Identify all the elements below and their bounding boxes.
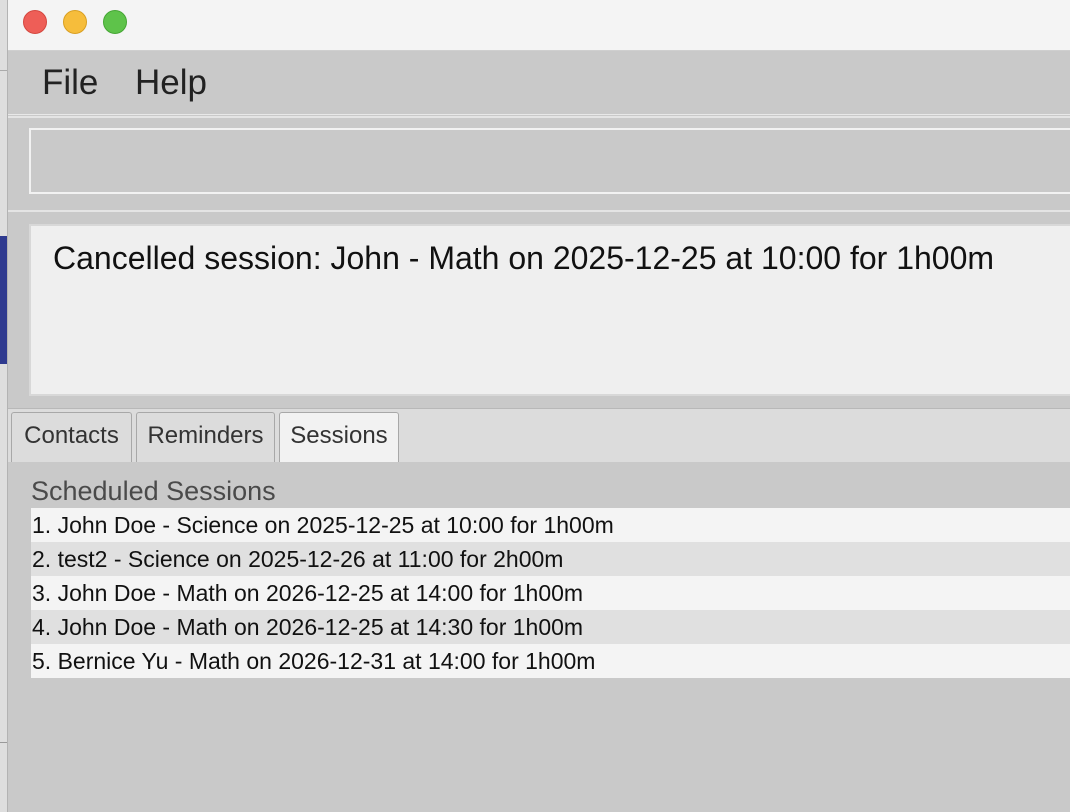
- background-window-edge: [0, 0, 7, 812]
- background-divider: [0, 742, 7, 743]
- menu-file[interactable]: File: [42, 63, 98, 103]
- session-list-item[interactable]: 4. John Doe - Math on 2026-12-25 at 14:3…: [31, 610, 1070, 644]
- session-list-item[interactable]: 5. Bernice Yu - Math on 2026-12-31 at 14…: [31, 644, 1070, 678]
- result-message: Cancelled session: John - Math on 2025-1…: [53, 240, 995, 276]
- sessions-heading: Scheduled Sessions: [31, 476, 276, 506]
- command-box-area: [8, 116, 1070, 210]
- menu-bar: File Help: [8, 51, 1070, 115]
- close-window-button[interactable]: [23, 10, 47, 34]
- session-list-item[interactable]: 1. John Doe - Science on 2025-12-25 at 1…: [31, 508, 1070, 542]
- app-window: File Help Cancelled session: John - Math…: [7, 0, 1070, 812]
- screen: File Help Cancelled session: John - Math…: [0, 0, 1070, 812]
- command-input[interactable]: [29, 128, 1070, 194]
- minimize-window-button[interactable]: [63, 10, 87, 34]
- background-accent-bar: [0, 236, 7, 364]
- background-divider: [0, 70, 7, 71]
- session-list-item[interactable]: 3. John Doe - Math on 2026-12-25 at 14:0…: [31, 576, 1070, 610]
- session-list-item[interactable]: 2. test2 - Science on 2025-12-26 at 11:0…: [31, 542, 1070, 576]
- title-bar[interactable]: [8, 0, 1070, 51]
- result-display-area: Cancelled session: John - Math on 2025-1…: [8, 210, 1070, 410]
- tab-contacts[interactable]: Contacts: [11, 412, 132, 462]
- sessions-list: 1. John Doe - Science on 2025-12-25 at 1…: [31, 508, 1070, 678]
- tab-sessions[interactable]: Sessions: [279, 412, 399, 464]
- sessions-panel: Scheduled Sessions 1. John Doe - Science…: [8, 462, 1070, 812]
- menu-help[interactable]: Help: [135, 63, 207, 103]
- maximize-window-button[interactable]: [103, 10, 127, 34]
- tab-bar: Contacts Reminders Sessions: [8, 408, 1070, 464]
- tab-reminders[interactable]: Reminders: [136, 412, 275, 462]
- result-display: Cancelled session: John - Math on 2025-1…: [29, 224, 1070, 396]
